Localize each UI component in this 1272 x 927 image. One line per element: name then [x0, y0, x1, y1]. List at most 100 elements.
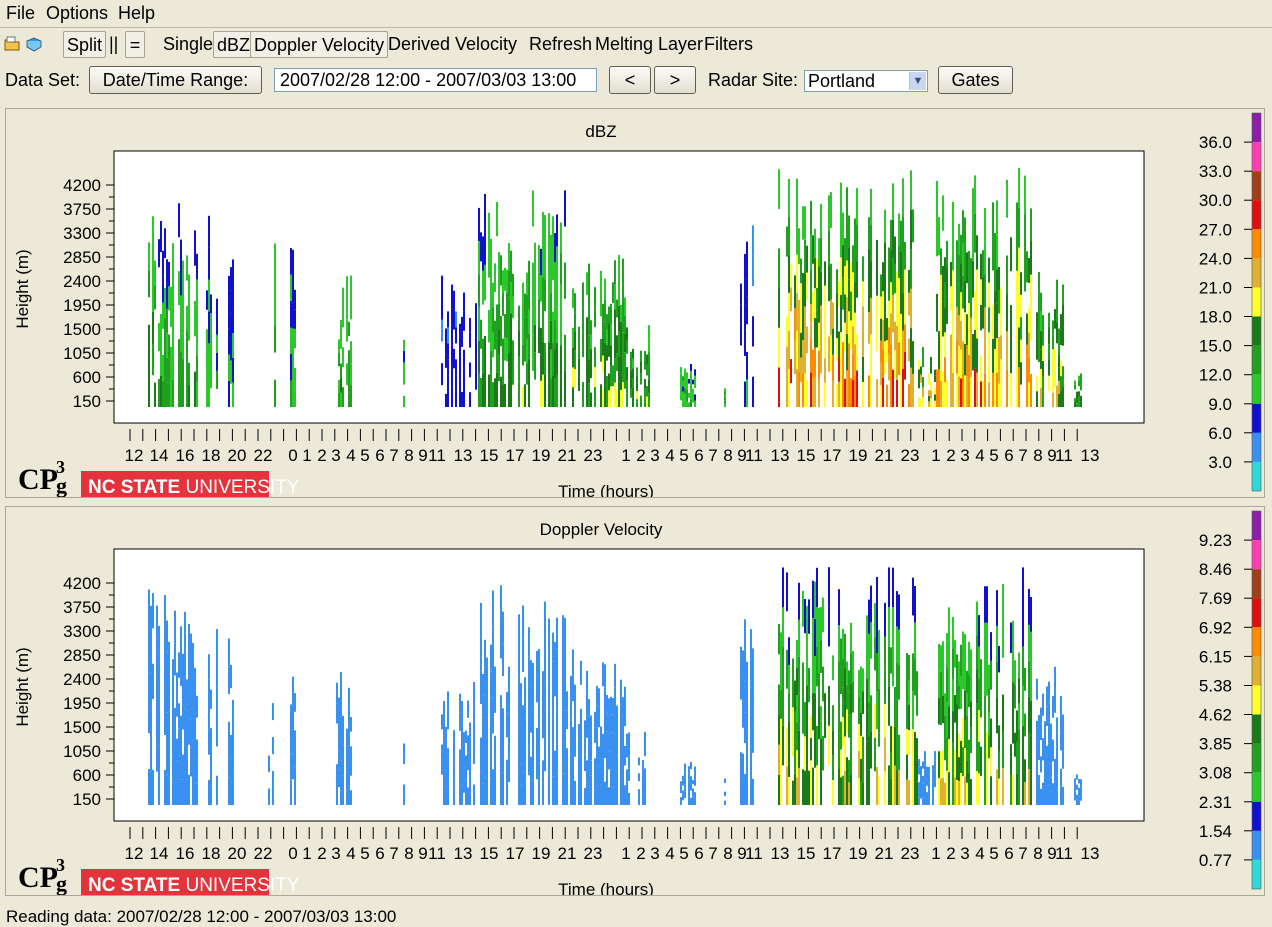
data-cell — [992, 372, 994, 407]
data-cell — [828, 567, 830, 607]
data-cell — [180, 775, 182, 805]
data-cell — [988, 307, 990, 333]
data-cell — [208, 375, 210, 407]
data-cell — [1076, 774, 1078, 780]
data-cell — [868, 248, 870, 281]
data-cell — [461, 316, 463, 332]
data-cell — [604, 342, 606, 365]
data-cell — [403, 339, 405, 351]
data-cell — [778, 288, 780, 328]
data-cell — [612, 698, 614, 716]
data-cell — [1016, 202, 1018, 237]
data-cell — [890, 752, 892, 779]
data-cell — [746, 685, 748, 710]
data-cell — [342, 347, 344, 368]
data-cell — [459, 712, 461, 731]
data-cell — [946, 736, 948, 771]
data-cell — [950, 334, 952, 359]
data-cell — [190, 633, 192, 663]
menu-file[interactable]: File — [6, 3, 35, 24]
data-cell — [550, 234, 552, 264]
open-folder-icon[interactable] — [4, 36, 20, 52]
data-cell — [538, 245, 540, 273]
data-cell — [600, 746, 602, 766]
open-book-icon[interactable] — [26, 36, 42, 52]
data-cell — [158, 323, 160, 352]
menu-help[interactable]: Help — [118, 3, 155, 24]
data-cell — [550, 263, 552, 293]
data-cell — [682, 381, 684, 387]
data-cell — [642, 796, 644, 805]
data-cell — [459, 323, 461, 338]
date-time-range-field[interactable]: 2007/02/28 12:00 - 2007/03/03 13:00 — [274, 68, 597, 92]
data-cell — [892, 369, 894, 407]
x-tick-label: 11 — [1055, 446, 1073, 465]
chevron-down-icon[interactable]: ▼ — [909, 72, 926, 90]
data-cell — [692, 388, 694, 394]
ncsu-logo-text: NC STATE UNIVERSITY — [88, 477, 300, 497]
next-button[interactable]: > — [654, 66, 696, 94]
single-button[interactable]: Single — [160, 31, 216, 58]
x-tick-label: 6 — [694, 844, 703, 863]
data-cell — [274, 379, 276, 407]
data-cell — [798, 768, 800, 805]
data-cell — [540, 354, 542, 381]
colorbar-label: 6.0 — [1208, 424, 1232, 443]
data-cell — [940, 380, 942, 407]
gates-button[interactable]: Gates — [938, 66, 1013, 94]
data-cell — [746, 733, 748, 758]
data-cell — [274, 325, 276, 353]
filters-button[interactable]: Filters — [701, 31, 756, 58]
x-tick-label: 23 — [584, 844, 603, 863]
data-cell — [888, 300, 890, 328]
data-cell — [848, 311, 850, 344]
data-cell — [804, 206, 806, 240]
data-cell — [600, 765, 602, 786]
data-cell — [182, 754, 184, 780]
derived-velocity-button[interactable]: Derived Velocity — [385, 31, 520, 58]
melting-layer-button[interactable]: Melting Layer — [592, 31, 706, 58]
menu-options[interactable]: Options — [46, 3, 108, 24]
data-cell — [952, 236, 954, 271]
data-cell — [848, 692, 850, 716]
data-cell — [922, 797, 924, 805]
radar-site-select[interactable]: Portland ▼ — [804, 70, 928, 92]
data-cell — [978, 773, 980, 805]
doppler-velocity-button[interactable]: Doppler Velocity — [250, 31, 389, 58]
x-tick-label: 9 — [418, 446, 427, 465]
data-cell — [228, 302, 230, 329]
refresh-button[interactable]: Refresh — [526, 31, 595, 58]
date-time-range-button[interactable]: Date/Time Range: — [89, 66, 262, 94]
data-cell — [1050, 764, 1052, 778]
data-cell — [686, 378, 688, 384]
data-cell — [944, 332, 946, 358]
horizontal-split-button[interactable]: = — [125, 31, 145, 58]
data-cell — [164, 377, 166, 407]
data-cell — [626, 733, 628, 746]
vertical-split-button[interactable]: || — [106, 31, 121, 58]
data-cell — [208, 654, 210, 680]
data-cell — [447, 391, 449, 407]
data-cell — [986, 586, 988, 623]
data-cell — [580, 781, 582, 805]
data-cell — [746, 379, 748, 407]
data-cell — [500, 255, 502, 286]
data-cell — [622, 357, 624, 383]
data-cell — [350, 275, 352, 298]
data-cell — [534, 352, 536, 380]
data-cell — [469, 777, 471, 792]
dbz-button[interactable]: dBZ — [213, 31, 255, 58]
data-cell — [290, 704, 292, 730]
data-cell — [916, 738, 918, 761]
data-cell — [590, 790, 592, 805]
data-cell — [403, 373, 405, 385]
split-button[interactable]: Split — [63, 31, 107, 58]
data-cell — [680, 789, 682, 794]
data-cell — [944, 693, 946, 716]
data-cell — [542, 277, 544, 310]
data-cell — [486, 706, 488, 732]
data-cell — [948, 640, 950, 674]
data-cell — [447, 767, 449, 786]
previous-button[interactable]: < — [609, 66, 651, 94]
data-cell — [148, 269, 150, 298]
